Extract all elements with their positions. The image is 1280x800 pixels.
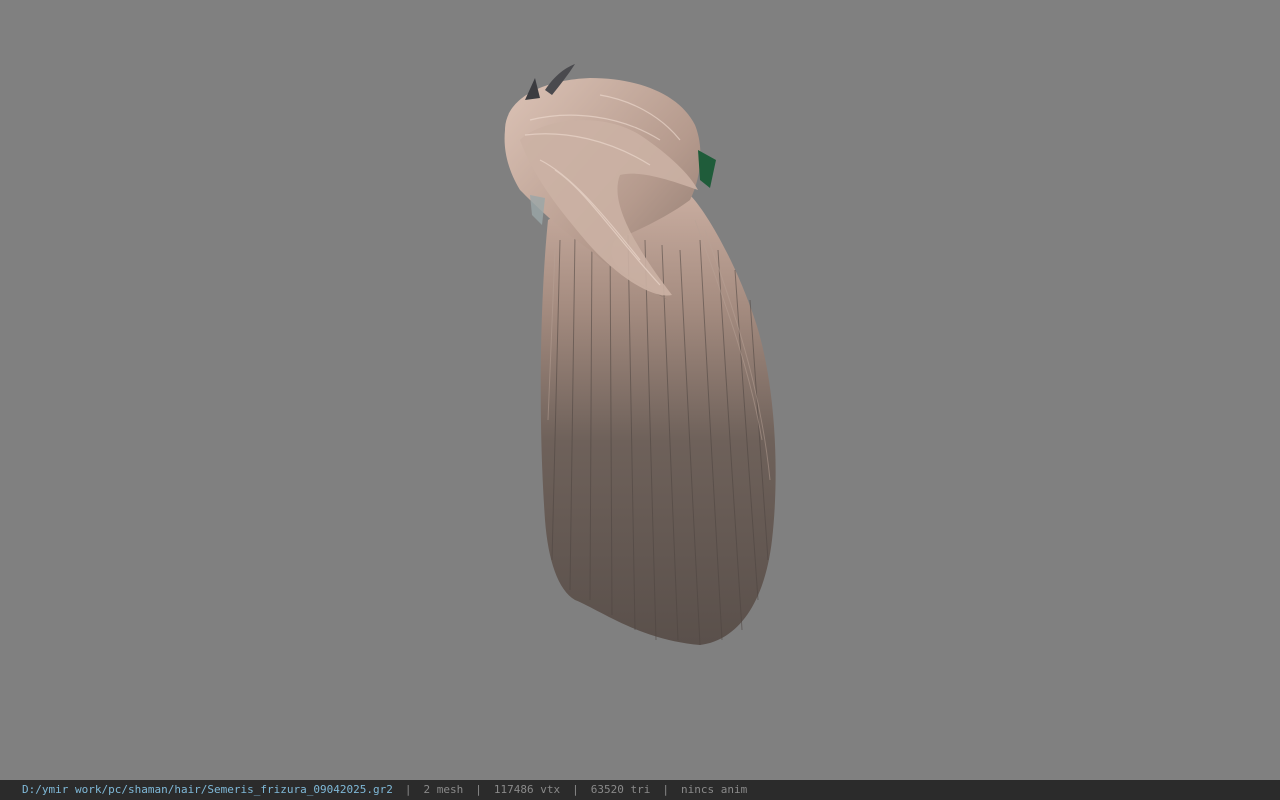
silver-ornament	[530, 195, 545, 225]
status-bar: D:/ymir work/pc/shaman/hair/Semeris_friz…	[0, 780, 1280, 800]
separator: |	[475, 783, 482, 796]
anim-status-label: nincs anim	[680, 783, 748, 796]
green-ornament	[698, 150, 716, 188]
back-hair-mass	[540, 193, 776, 645]
separator: |	[572, 783, 579, 796]
file-path-label: D:/ymir work/pc/shaman/hair/Semeris_friz…	[22, 783, 393, 796]
separator: |	[404, 783, 412, 796]
triangle-count-label: 63520 tri	[590, 783, 651, 796]
vertex-count-label: 117486 vtx	[493, 783, 561, 796]
mesh-count-label: 2 mesh	[423, 783, 464, 796]
separator: |	[662, 783, 669, 796]
hair-pin-ornament	[525, 78, 540, 100]
hair-model-render[interactable]	[0, 0, 1280, 780]
3d-viewport[interactable]	[0, 0, 1280, 780]
